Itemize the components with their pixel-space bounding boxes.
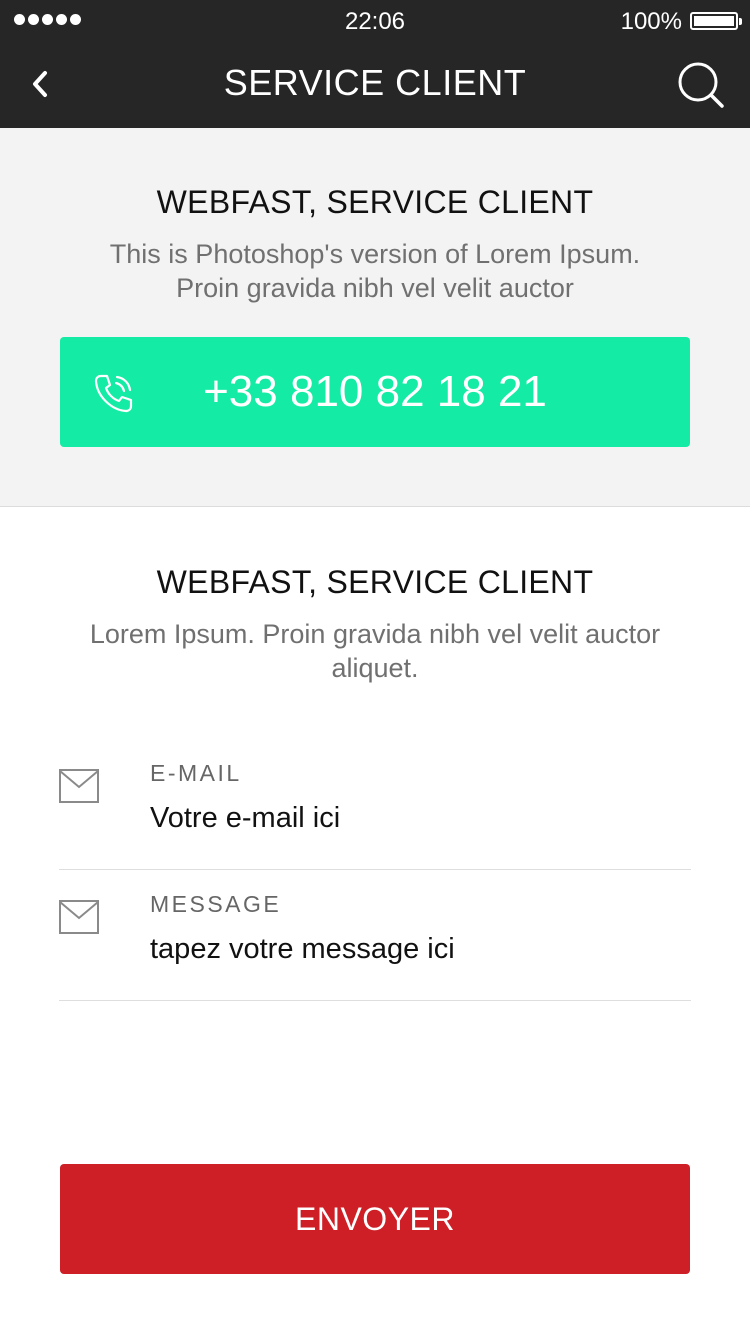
envelope-icon <box>59 769 99 803</box>
call-button[interactable]: +33 810 82 18 21 <box>60 337 690 447</box>
email-field[interactable] <box>150 798 670 838</box>
envelope-icon <box>59 900 99 934</box>
email-label: E-MAIL <box>150 760 242 786</box>
send-button[interactable]: ENVOYER <box>60 1164 690 1274</box>
message-field-row: MESSAGE <box>59 870 691 1001</box>
status-bar: 22:06 100% <box>0 0 750 40</box>
contact-section-title: WEBFAST, SERVICE CLIENT <box>156 564 594 600</box>
message-label: MESSAGE <box>150 891 282 917</box>
contact-section-description: Lorem Ipsum. Proin gravida nibh vel veli… <box>89 619 661 683</box>
search-icon <box>678 62 724 108</box>
phone-section: WEBFAST, SERVICE CLIENT This is Photosho… <box>0 128 750 507</box>
section-description: This is Photoshop's version of Lorem Ips… <box>109 239 641 303</box>
message-field[interactable] <box>150 929 670 969</box>
nav-bar: SERVICE CLIENT <box>0 40 750 128</box>
section-title: WEBFAST, SERVICE CLIENT <box>156 184 594 220</box>
phone-number: +33 810 82 18 21 <box>203 367 547 416</box>
battery-icon <box>690 12 742 30</box>
email-field-row: E-MAIL <box>59 739 691 870</box>
battery-percent: 100% <box>620 8 682 35</box>
page-title: SERVICE CLIENT <box>223 62 527 103</box>
search-button[interactable] <box>674 58 728 112</box>
